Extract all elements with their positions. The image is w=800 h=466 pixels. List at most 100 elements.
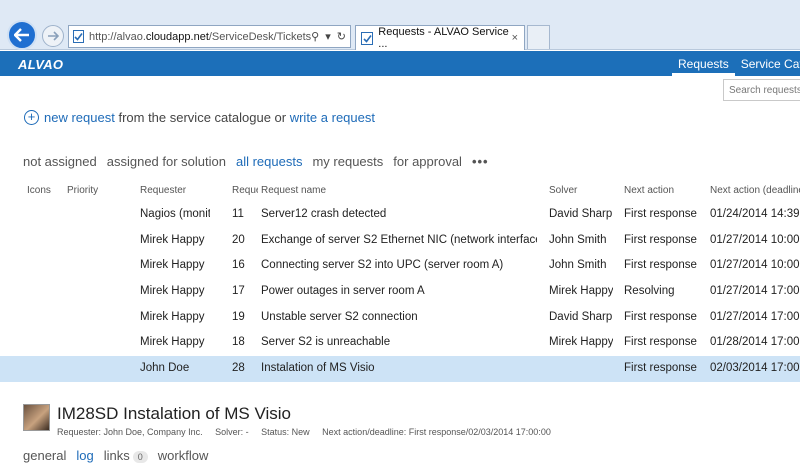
filter-for-approval[interactable]: for approval <box>393 154 462 169</box>
row-request-id: 19 <box>232 310 245 323</box>
row-requester: Mirek Happy <box>140 285 205 298</box>
search-requests-input[interactable]: Search requests ... <box>723 79 800 101</box>
avatar <box>23 404 50 431</box>
row-request-name: Connecting server S2 into UPC (server ro… <box>261 259 504 272</box>
table-row[interactable]: mediumMirek Happy20Exchange of server S2… <box>0 228 800 254</box>
row-next-action: First response <box>624 362 697 375</box>
row-request-name: Exchange of server S2 Ethernet NIC (netw… <box>261 233 537 246</box>
search-icon[interactable]: ⚲ <box>311 30 319 43</box>
detail-requester: Requester: John Doe, Company Inc. <box>57 427 203 437</box>
table-row[interactable]: !highMirek Happy19Unstable server S2 con… <box>0 305 800 331</box>
detail-solver: Solver: - <box>215 427 249 437</box>
table-row[interactable]: mediumMirek Happy18Server S2 is unreacha… <box>0 330 800 356</box>
write-request-link[interactable]: write a request <box>290 110 375 125</box>
tab-links-label: links <box>103 448 130 463</box>
row-request-id: 17 <box>232 285 245 298</box>
new-request-text: from the service catalogue or <box>118 110 287 125</box>
new-request-line: + new request from the service catalogue… <box>24 110 375 125</box>
close-icon[interactable]: × <box>512 32 518 44</box>
links-count-badge: 0 <box>132 451 148 463</box>
row-deadline: 01/28/2014 17:00:00 <box>710 336 800 349</box>
top-navigation: Requests Service Catalogue <box>672 51 800 76</box>
row-deadline: 02/03/2014 17:00:00 <box>710 362 800 375</box>
column-header-deadline[interactable]: Next action (deadline) <box>710 185 800 196</box>
row-next-action: First response <box>624 259 697 272</box>
filter-all-requests[interactable]: all requests <box>236 154 302 169</box>
forward-button[interactable] <box>42 25 64 47</box>
row-request-name: Server S2 is unreachable <box>261 336 391 349</box>
nav-requests[interactable]: Requests <box>672 51 735 76</box>
row-requester: Nagios (monitoring) <box>140 208 210 220</box>
table-row[interactable]: mediumMirek Happy17Power outages in serv… <box>0 279 800 305</box>
back-arrow-icon <box>14 28 29 42</box>
row-request-name: Instalation of MS Visio <box>261 362 375 375</box>
row-solver: David Sharp <box>549 208 613 220</box>
row-deadline: 01/27/2014 10:00:00 <box>710 233 800 246</box>
filter-not-assigned[interactable]: not assigned <box>23 154 97 169</box>
detail-meta: Requester: John Doe, Company Inc. Solver… <box>57 427 561 437</box>
new-request-link[interactable]: new request <box>44 110 115 125</box>
chevron-down-icon[interactable]: ▾ <box>325 30 331 43</box>
row-request-id: 20 <box>232 233 245 246</box>
detail-title: IM28SD Instalation of MS Visio <box>57 404 292 423</box>
row-request-name: Power outages in server room A <box>261 285 425 298</box>
column-header-requester[interactable]: Requester <box>140 185 210 196</box>
row-deadline: 01/24/2014 14:39:00 <box>710 208 800 220</box>
alvao-logo: ALVAO <box>18 57 64 72</box>
site-favicon-icon <box>73 30 84 43</box>
row-requester: Mirek Happy <box>140 310 205 323</box>
table-row[interactable]: mediumMirek Happy16Connecting server S2 … <box>0 253 800 279</box>
tab-workflow[interactable]: workflow <box>158 448 209 463</box>
column-header-priority[interactable]: Priority <box>67 185 137 196</box>
row-next-action: First response <box>624 208 697 220</box>
tab-favicon-icon <box>361 31 374 45</box>
filter-assigned-for-solution[interactable]: assigned for solution <box>107 154 226 169</box>
tab-log[interactable]: log <box>76 448 93 463</box>
row-next-action: Resolving <box>624 285 675 298</box>
browser-tab[interactable]: Requests - ALVAO Service ... × <box>355 25 525 50</box>
row-deadline: 01/27/2014 10:00:00 <box>710 259 800 272</box>
row-solver: Mirek Happy <box>549 336 613 349</box>
row-request-name: Unstable server S2 connection <box>261 310 418 323</box>
detail-tabs: general log links 0 workflow <box>23 448 208 463</box>
requests-table: Icons Priority Requester Request ID Requ… <box>0 182 800 382</box>
row-request-id: 11 <box>232 208 244 220</box>
column-header-icons[interactable]: Icons <box>27 185 63 196</box>
row-solver: John Smith <box>549 233 607 246</box>
row-request-id: 16 <box>232 259 245 272</box>
table-header: Icons Priority Requester Request ID Requ… <box>0 182 800 202</box>
table-row[interactable]: mediumJohn Doe28Instalation of MS VisioF… <box>0 356 800 382</box>
row-solver: David Sharp <box>549 310 613 323</box>
detail-next-action: Next action/deadline: First response/02/… <box>322 427 551 437</box>
tab-general[interactable]: general <box>23 448 66 463</box>
address-bar[interactable]: http://alvao.cloudapp.net/ServiceDesk/Ti… <box>68 25 351 48</box>
row-request-id: 18 <box>232 336 245 349</box>
refresh-icon[interactable]: ↻ <box>337 30 346 43</box>
nav-service-catalogue[interactable]: Service Catalogue <box>735 51 800 76</box>
row-requester: Mirek Happy <box>140 259 205 272</box>
row-requester: John Doe <box>140 362 190 375</box>
request-filters: not assigned assigned for solution all r… <box>23 154 489 169</box>
detail-status: Status: New <box>261 427 310 437</box>
row-next-action: First response <box>624 310 697 323</box>
row-request-id: 28 <box>232 362 245 375</box>
column-header-request-id[interactable]: Request ID <box>232 185 258 196</box>
table-row[interactable]: mediumNagios (monitoring)11Server12 cras… <box>0 202 800 228</box>
filter-my-requests[interactable]: my requests <box>312 154 383 169</box>
url-text: http://alvao.cloudapp.net/ServiceDesk/Ti… <box>89 30 312 43</box>
column-header-next-action[interactable]: Next action <box>624 185 704 196</box>
row-request-name: Server12 crash detected <box>261 208 387 220</box>
add-circle-icon[interactable]: + <box>24 110 39 125</box>
row-requester: Mirek Happy <box>140 233 205 246</box>
browser-chrome: http://alvao.cloudapp.net/ServiceDesk/Ti… <box>0 0 800 50</box>
new-tab-button[interactable] <box>527 25 550 49</box>
row-deadline: 01/27/2014 17:00:00 <box>710 310 800 323</box>
column-header-solver[interactable]: Solver <box>549 185 613 196</box>
column-header-request-name[interactable]: Request name <box>261 185 537 196</box>
back-button[interactable] <box>7 20 37 50</box>
more-icon[interactable]: ••• <box>472 154 489 169</box>
row-deadline: 01/27/2014 17:00:00 <box>710 285 800 298</box>
row-requester: Mirek Happy <box>140 336 205 349</box>
app-header: ALVAO Requests Service Catalogue <box>0 51 800 76</box>
tab-links[interactable]: links 0 <box>104 448 148 463</box>
